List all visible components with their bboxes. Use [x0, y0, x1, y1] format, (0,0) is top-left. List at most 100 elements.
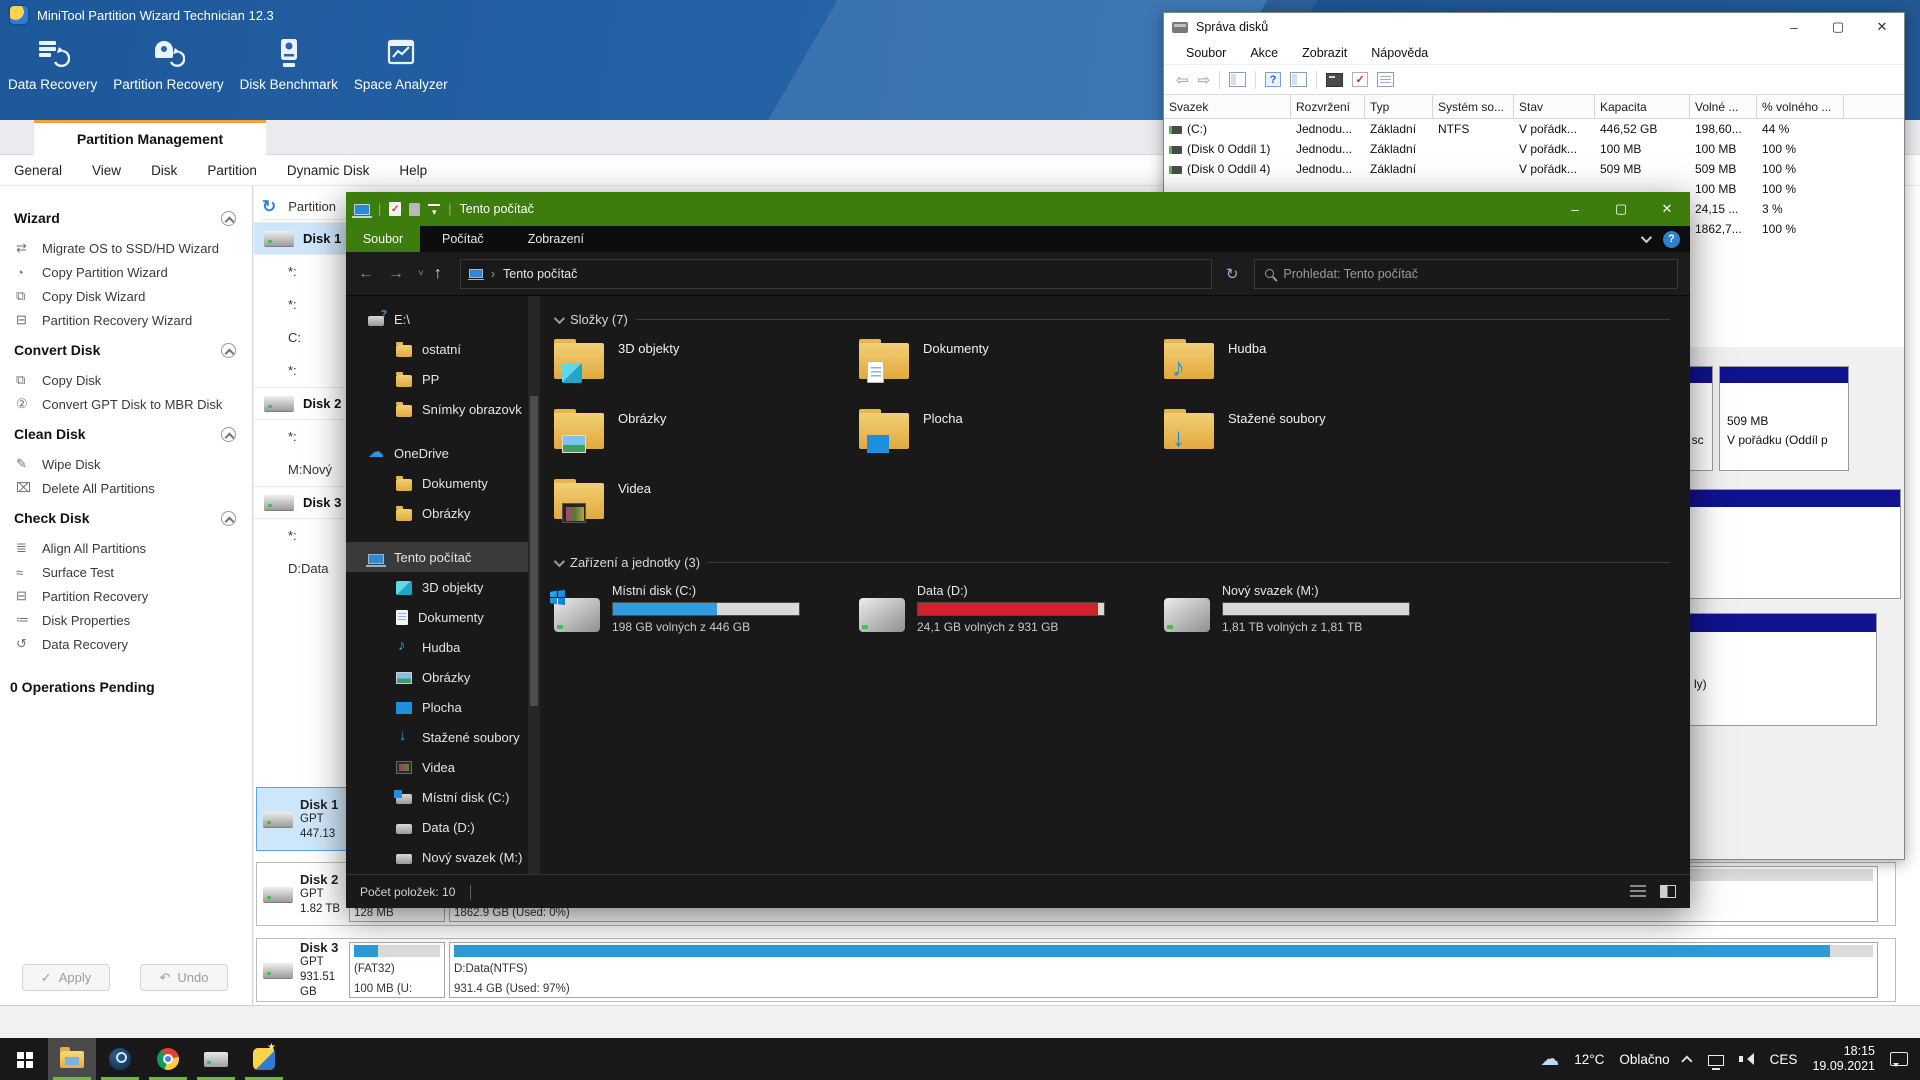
collapse-group-icon[interactable] — [554, 312, 565, 323]
folder-tile[interactable]: Plocha — [859, 409, 1164, 465]
sidebar-item[interactable]: ↺ Data Recovery — [0, 632, 252, 656]
maximize-button[interactable]: ▢ — [1598, 192, 1644, 226]
up-icon[interactable]: ↑ — [434, 265, 442, 283]
undo-button[interactable]: ↶ Undo — [140, 964, 228, 991]
sidebar-item[interactable]: ② Convert GPT Disk to MBR Disk — [0, 392, 252, 416]
minimize-button[interactable]: – — [1552, 192, 1598, 226]
sidebar-item[interactable]: Wizard — [0, 200, 252, 236]
nav-item[interactable]: Nový svazek (M:) — [346, 842, 528, 872]
menu-disk[interactable]: Disk — [151, 163, 177, 178]
sidebar-item[interactable]: Clean Disk — [0, 416, 252, 452]
menu-akce[interactable]: Akce — [1250, 46, 1278, 60]
sidebar-item[interactable]: ✎ Wipe Disk — [0, 452, 252, 476]
partition-box[interactable]: 509 MB V pořádku (Oddíl p — [1719, 366, 1849, 471]
recent-locations-icon[interactable]: ˅ — [418, 268, 424, 279]
volume-icon[interactable] — [1739, 1052, 1755, 1066]
disk-map-row-3[interactable]: Disk 3 GPT 931.51 GB (FAT32) 100 MB (U: … — [256, 938, 1896, 1002]
nav-item[interactable]: Obrázky — [346, 498, 528, 528]
menu-napoveda[interactable]: Nápověda — [1371, 46, 1428, 60]
console-icon[interactable] — [1326, 73, 1343, 87]
language-indicator[interactable]: CES — [1770, 1052, 1798, 1067]
column-header[interactable]: Typ — [1365, 95, 1433, 118]
taskbar-disk-management-button[interactable] — [192, 1038, 240, 1080]
thumbnails-view-icon[interactable] — [1660, 885, 1676, 898]
nav-item[interactable]: Snímky obrazovk — [346, 394, 528, 424]
disk3-partition-2[interactable]: D:Data(NTFS) 931.4 GB (Used: 97%) — [449, 942, 1878, 998]
sidebar-item[interactable]: ≔ Disk Properties — [0, 608, 252, 632]
nav-item[interactable]: Plocha — [346, 692, 528, 722]
column-header[interactable]: Svazek — [1164, 95, 1291, 118]
sidebar-item[interactable]: ⇄ Migrate OS to SSD/HD Wizard — [0, 236, 252, 260]
collapse-group-icon[interactable] — [554, 555, 565, 566]
space-analyzer-button[interactable]: Space Analyzer — [354, 36, 448, 92]
data-recovery-button[interactable]: Data Recovery — [8, 36, 97, 92]
menu-help[interactable]: Help — [399, 163, 427, 178]
sidebar-item[interactable]: ⌧ Delete All Partitions — [0, 476, 252, 500]
refresh-icon[interactable]: ↻ — [1226, 265, 1239, 283]
maximize-button[interactable]: ▢ — [1816, 13, 1860, 41]
volume-row[interactable]: (C:) Jednodu... Základní NTFS V pořádk..… — [1164, 119, 1904, 139]
nav-item[interactable]: Tento počítač — [346, 542, 528, 572]
column-header[interactable]: Rozvržení — [1291, 95, 1365, 118]
folder-tile[interactable]: 3D objekty — [554, 339, 859, 395]
folder-tile[interactable]: Stažené soubory — [1164, 409, 1469, 465]
folder-tile[interactable]: Obrázky — [554, 409, 859, 465]
volume-row[interactable]: (Disk 0 Oddíl 4) Jednodu... Základní V p… — [1164, 159, 1904, 179]
menu-dynamic-disk[interactable]: Dynamic Disk — [287, 163, 370, 178]
weather-temp[interactable]: 12°C — [1574, 1052, 1604, 1067]
address-bar[interactable]: › Tento počítač — [460, 259, 1212, 289]
forward-icon[interactable]: ⇨ — [1198, 71, 1211, 89]
taskbar-steam-button[interactable] — [96, 1038, 144, 1080]
group-header-folders[interactable]: Složky (7) — [554, 312, 1670, 327]
expand-ribbon-icon[interactable] — [1641, 232, 1652, 243]
group-header-devices[interactable]: Zařízení a jednotky (3) — [554, 555, 1670, 570]
column-header[interactable]: Stav — [1514, 95, 1595, 118]
nav-item[interactable]: E:\ — [346, 304, 528, 334]
breadcrumb[interactable]: Tento počítač — [503, 267, 577, 281]
weather-icon[interactable]: ☁ — [1540, 1048, 1559, 1071]
column-header[interactable]: Systém so... — [1433, 95, 1514, 118]
nav-item[interactable]: PP — [346, 364, 528, 394]
tab-zobrazeni[interactable]: Zobrazení — [506, 232, 606, 246]
collapse-chevron-icon[interactable] — [221, 343, 236, 358]
folder-tile[interactable]: Hudba — [1164, 339, 1469, 395]
tray-overflow-icon[interactable] — [1681, 1055, 1692, 1066]
sidebar-item[interactable]: ⧉ Copy Disk Wizard — [0, 284, 252, 308]
nav-item[interactable]: Obrázky — [346, 662, 528, 692]
start-button[interactable] — [0, 1038, 48, 1080]
taskbar-minitool-button[interactable] — [240, 1038, 288, 1080]
sidebar-item[interactable]: 0 Operations Pending — [0, 672, 252, 702]
menu-general[interactable]: General — [14, 163, 62, 178]
drive-tile[interactable]: Místní disk (C:) 198 GB volných z 446 GB — [554, 582, 859, 648]
disk3-partition-1[interactable]: (FAT32) 100 MB (U: — [349, 942, 445, 998]
sidebar-item[interactable]: Check Disk — [0, 500, 252, 536]
close-button[interactable]: ✕ — [1644, 192, 1690, 226]
folder-tile[interactable]: Dokumenty — [859, 339, 1164, 395]
minimize-button[interactable]: – — [1772, 13, 1816, 41]
partition-recovery-button[interactable]: Partition Recovery — [113, 36, 223, 92]
search-input[interactable]: Prohledat: Tento počítač — [1254, 259, 1678, 289]
folder-tile[interactable]: Videa — [554, 479, 859, 535]
sidebar-item[interactable]: ◔ Copy Partition Wizard — [0, 260, 252, 284]
network-icon[interactable] — [1708, 1055, 1724, 1066]
scrollbar-thumb[interactable] — [530, 396, 538, 706]
nav-scrollbar[interactable] — [528, 296, 540, 874]
volume-row[interactable]: (Disk 0 Oddíl 1) Jednodu... Základní V p… — [1164, 139, 1904, 159]
menu-zobrazit[interactable]: Zobrazit — [1302, 46, 1347, 60]
nav-item[interactable]: Hudba — [346, 632, 528, 662]
sidebar-item[interactable]: ⊟ Partition Recovery — [0, 584, 252, 608]
check-icon[interactable]: ✓ — [1352, 72, 1368, 87]
help-icon[interactable]: ? — [1265, 72, 1281, 87]
back-icon[interactable]: ⇦ — [1176, 71, 1189, 89]
sidebar-item[interactable]: ≈ Surface Test — [0, 560, 252, 584]
tab-soubor[interactable]: Soubor — [346, 226, 420, 252]
sidebar-item[interactable]: Convert Disk — [0, 332, 252, 368]
taskbar-explorer-button[interactable] — [48, 1038, 96, 1080]
drive-tile[interactable]: Nový svazek (M:) 1,81 TB volných z 1,81 … — [1164, 582, 1469, 648]
taskbar-chrome-button[interactable] — [144, 1038, 192, 1080]
action-center-icon[interactable] — [1890, 1052, 1908, 1066]
show-list-icon[interactable] — [1290, 72, 1307, 87]
properties-icon[interactable] — [1377, 72, 1394, 87]
apply-button[interactable]: ✓ Apply — [22, 964, 110, 991]
disk-benchmark-button[interactable]: Disk Benchmark — [240, 36, 338, 92]
